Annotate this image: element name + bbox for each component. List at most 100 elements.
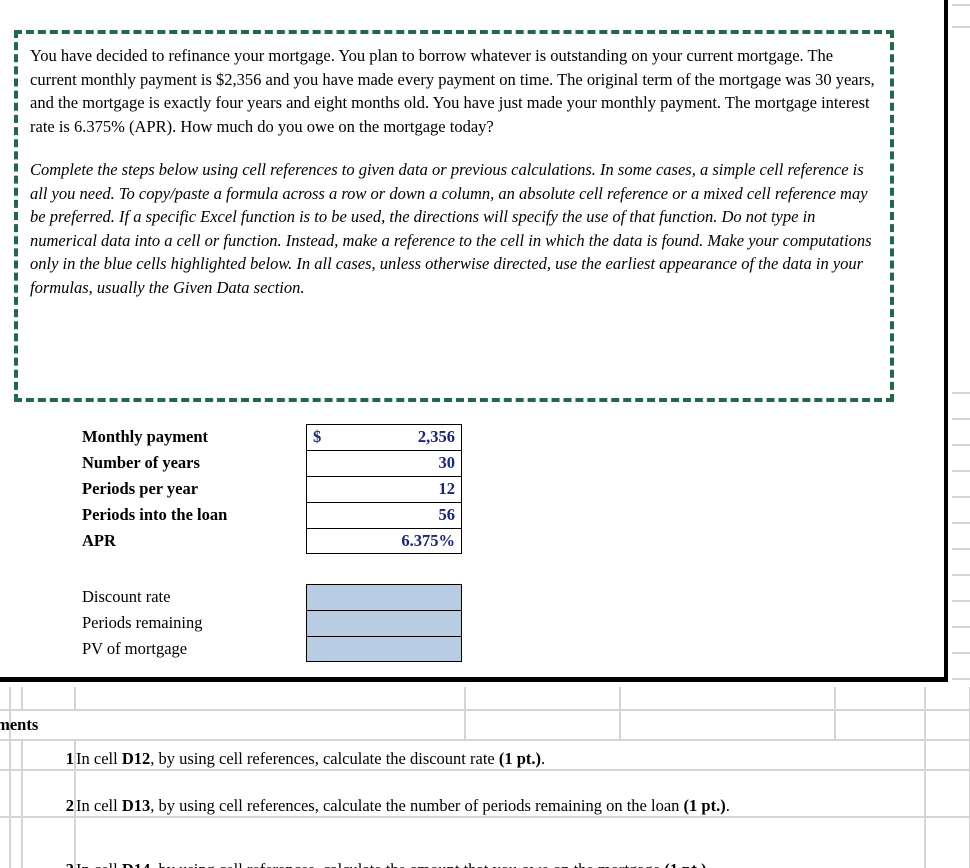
requirement-points: (1 pt.) <box>664 860 706 868</box>
requirements-table: uirements 1 In cell D12, by using cell r… <box>0 687 970 868</box>
table-row-spacer <box>0 687 970 711</box>
requirement-prefix: In cell <box>76 860 122 868</box>
requirement-prefix: In cell <box>76 749 122 768</box>
gridline <box>952 626 970 628</box>
answer-cells-table: Discount rate Periods remaining PV of mo… <box>82 584 462 662</box>
requirement-number: 3 <box>22 817 76 868</box>
grid-cell[interactable] <box>835 687 926 711</box>
grid-cell[interactable] <box>925 710 970 741</box>
grid-cell[interactable] <box>925 770 970 818</box>
requirement-middle: , by using cell references, calculate th… <box>150 749 499 768</box>
worksheet-pane: You have decided to refinance your mortg… <box>0 0 948 682</box>
grid-cell[interactable] <box>0 817 11 868</box>
answer-cell-periods-remaining[interactable] <box>306 610 462 636</box>
given-data-cell-monthly-payment[interactable]: $ 2,356 <box>306 424 462 450</box>
requirement-points: (1 pt.) <box>498 749 542 768</box>
requirement-number: 1 <box>22 740 76 771</box>
answer-label: Periods remaining <box>82 613 203 632</box>
given-data-cell-apr[interactable]: 6.375% <box>306 528 462 554</box>
requirements-title-cell[interactable]: uirements <box>0 710 466 741</box>
given-data-label: Periods into the loan <box>82 505 228 524</box>
requirement-cell-ref: D12 <box>121 749 151 768</box>
requirement-suffix: . <box>725 796 730 815</box>
grid-cell[interactable] <box>0 687 11 711</box>
given-data-cell-number-of-years[interactable]: 30 <box>306 450 462 476</box>
requirement-cell-ref: D13 <box>121 796 151 815</box>
given-data-value: 12 <box>438 479 456 498</box>
given-data-table: Monthly payment $ 2,356 Number of years … <box>82 424 462 554</box>
requirement-text[interactable]: In cell D13, by using cell references, c… <box>75 770 926 818</box>
given-data-value: 56 <box>438 505 456 524</box>
grid-cell[interactable] <box>0 740 11 771</box>
gridline <box>952 4 970 6</box>
currency-symbol: $ <box>313 427 322 446</box>
answer-cell-pv-of-mortgage[interactable] <box>306 636 462 662</box>
gridline <box>952 678 970 680</box>
requirement-row-1: 1 In cell D12, by using cell references,… <box>0 740 970 771</box>
gridline <box>952 392 970 394</box>
gridline <box>952 26 970 28</box>
grid-cell[interactable] <box>10 687 23 711</box>
gridline <box>952 470 970 472</box>
given-data-label: Number of years <box>82 453 200 472</box>
given-data-value: 2,356 <box>417 427 455 446</box>
requirement-text[interactable]: In cell D12, by using cell references, c… <box>75 740 926 771</box>
table-row: Periods into the loan 56 <box>82 502 462 528</box>
gridline <box>952 522 970 524</box>
table-row: APR 6.375% <box>82 528 462 554</box>
requirement-suffix: . <box>706 860 710 868</box>
grid-cell[interactable] <box>835 710 926 741</box>
grid-cell[interactable] <box>620 710 836 741</box>
table-row: Discount rate <box>82 584 462 610</box>
requirement-middle: , by using cell references, calculate th… <box>150 860 664 868</box>
instruction-box: You have decided to refinance your mortg… <box>14 30 894 402</box>
grid-cell[interactable] <box>925 687 970 711</box>
right-gridline-strip <box>952 0 970 682</box>
answer-label: PV of mortgage <box>82 639 188 658</box>
grid-cell[interactable] <box>620 687 836 711</box>
given-data-label: APR <box>82 531 116 550</box>
requirement-points: (1 pt.) <box>683 796 726 815</box>
requirement-middle: , by using cell references, calculate th… <box>150 796 684 815</box>
grid-cell[interactable] <box>10 770 23 818</box>
table-row: Monthly payment $ 2,356 <box>82 424 462 450</box>
requirement-number: 2 <box>22 770 76 818</box>
given-data-label: Periods per year <box>82 479 199 498</box>
grid-cell[interactable] <box>925 817 970 868</box>
gridline <box>952 652 970 654</box>
requirement-text[interactable]: In cell D14, by using cell references, c… <box>75 817 926 868</box>
gridline <box>952 548 970 550</box>
grid-cell[interactable] <box>10 740 23 771</box>
given-data-value: 30 <box>438 453 456 472</box>
answer-cell-discount-rate[interactable] <box>306 584 462 610</box>
grid-cell[interactable] <box>925 740 970 771</box>
problem-statement-text: You have decided to refinance your mortg… <box>30 46 875 136</box>
gridline <box>952 418 970 420</box>
requirements-heading: uirements <box>0 715 39 734</box>
table-row: Number of years 30 <box>82 450 462 476</box>
requirement-cell-ref: D14 <box>122 860 150 868</box>
requirement-row-3: 3 In cell D14, by using cell references,… <box>0 817 970 868</box>
requirement-suffix: . <box>541 749 546 768</box>
table-row: PV of mortgage <box>82 636 462 662</box>
gridline <box>952 600 970 602</box>
grid-cell[interactable] <box>0 770 11 818</box>
grid-cell[interactable] <box>10 817 23 868</box>
gridline <box>952 496 970 498</box>
answer-label: Discount rate <box>82 587 171 606</box>
given-data-cell-periods-per-year[interactable]: 12 <box>306 476 462 502</box>
grid-cell[interactable] <box>22 687 76 711</box>
requirements-title-row: uirements <box>0 710 970 741</box>
gridline <box>952 574 970 576</box>
given-data-label: Monthly payment <box>82 427 209 446</box>
grid-cell[interactable] <box>75 687 466 711</box>
grid-cell[interactable] <box>465 710 621 741</box>
given-data-cell-periods-into-loan[interactable]: 56 <box>306 502 462 528</box>
requirements-pane: uirements 1 In cell D12, by using cell r… <box>0 687 970 868</box>
grid-cell[interactable] <box>465 687 621 711</box>
given-data-value: 6.375% <box>401 531 455 550</box>
requirement-row-2: 2 In cell D13, by using cell references,… <box>0 770 970 818</box>
requirement-prefix: In cell <box>76 796 122 815</box>
table-row: Periods per year 12 <box>82 476 462 502</box>
table-row: Periods remaining <box>82 610 462 636</box>
